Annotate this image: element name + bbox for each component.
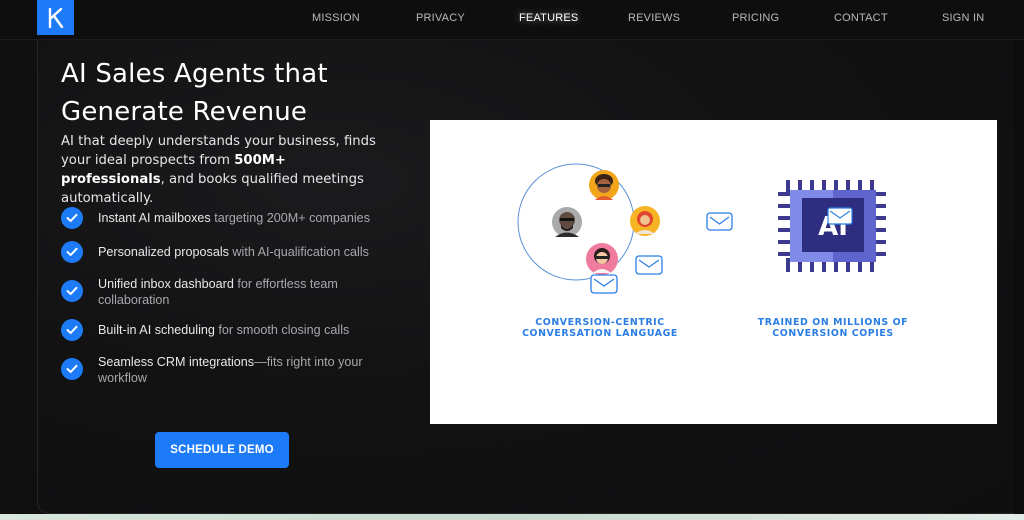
feature-rest: with AI-qualification calls bbox=[228, 245, 369, 259]
top-nav: MISSION PRIVACY FEATURES REVIEWS PRICING… bbox=[0, 0, 1024, 40]
check-icon bbox=[61, 280, 83, 302]
feature-text: Built-in AI scheduling for smooth closin… bbox=[98, 319, 349, 338]
k-logo-icon bbox=[48, 7, 63, 28]
feature-illustration: AI CONVERSION-CENTRIC CONVERSATION LANGU… bbox=[430, 120, 997, 424]
feature-highlight: Built-in AI scheduling bbox=[98, 323, 215, 337]
nav-reviews[interactable]: REVIEWS bbox=[628, 12, 680, 24]
nav-features[interactable]: FEATURES bbox=[519, 12, 578, 24]
nav-mission[interactable]: MISSION bbox=[312, 12, 360, 24]
hero-title-line-2: Generate Revenue bbox=[61, 97, 308, 127]
feature-rest: for smooth closing calls bbox=[214, 323, 350, 337]
feature-item: Personalized proposals with AI-qualifica… bbox=[61, 241, 381, 263]
feature-text: Seamless CRM integrations—fits right int… bbox=[98, 354, 368, 386]
ai-chip-icon: AI bbox=[778, 180, 886, 272]
left-caption: CONVERSION-CENTRIC CONVERSATION LANGUAGE bbox=[490, 317, 710, 339]
nav-privacy[interactable]: PRIVACY bbox=[416, 12, 465, 24]
hero-subtitle: AI that deeply understands your business… bbox=[61, 132, 391, 208]
avatar-icon bbox=[586, 243, 618, 275]
feature-item: Unified inbox dashboard for effortless t… bbox=[61, 277, 381, 308]
brand-logo[interactable] bbox=[37, 0, 74, 35]
mail-icon bbox=[635, 255, 663, 275]
nav-sign-in[interactable]: SIGN IN bbox=[942, 12, 984, 24]
mail-icon bbox=[590, 274, 618, 294]
avatar-icon bbox=[630, 206, 660, 236]
schedule-demo-button[interactable]: SCHEDULE DEMO bbox=[155, 432, 289, 468]
right-caption-line-2: CONVERSION COPIES bbox=[772, 328, 894, 339]
hero-subtitle-part-1: AI that deeply understands your business… bbox=[61, 134, 376, 168]
left-caption-line-2: CONVERSATION LANGUAGE bbox=[522, 328, 678, 339]
hero-title-line-1: AI Sales Agents that bbox=[61, 59, 328, 89]
feature-text: Personalized proposals with AI-qualifica… bbox=[98, 241, 369, 260]
bottom-strip bbox=[0, 514, 1024, 520]
page-scrollbar[interactable] bbox=[1014, 40, 1024, 520]
hero-title: AI Sales Agents that Generate Revenue bbox=[61, 55, 421, 131]
feature-highlight: Instant AI mailboxes bbox=[98, 211, 211, 225]
feature-item: Built-in AI scheduling for smooth closin… bbox=[61, 319, 381, 341]
feature-rest: targeting 200M+ companies bbox=[210, 211, 370, 225]
feature-highlight: Unified inbox dashboard bbox=[98, 277, 234, 291]
check-icon bbox=[61, 241, 83, 263]
nav-contact[interactable]: CONTACT bbox=[834, 12, 888, 24]
nav-pricing[interactable]: PRICING bbox=[732, 12, 779, 24]
check-icon bbox=[61, 207, 83, 229]
feature-text: Instant AI mailboxes targeting 200M+ com… bbox=[98, 207, 370, 226]
avatar-icon bbox=[589, 170, 619, 200]
left-caption-line-1: CONVERSION-CENTRIC bbox=[535, 317, 665, 328]
illustration-graphic: AI bbox=[517, 163, 886, 294]
right-caption-line-1: TRAINED ON MILLIONS OF bbox=[757, 317, 909, 328]
check-icon bbox=[61, 319, 83, 341]
feature-highlight: Seamless CRM integrations bbox=[98, 355, 255, 369]
feature-highlight: Personalized proposals bbox=[98, 245, 229, 259]
right-caption: TRAINED ON MILLIONS OF CONVERSION COPIES bbox=[728, 317, 938, 339]
check-icon bbox=[61, 358, 83, 380]
mail-icon bbox=[706, 212, 733, 231]
feature-item: Instant AI mailboxes targeting 200M+ com… bbox=[61, 207, 381, 229]
avatar-icon bbox=[552, 207, 582, 237]
feature-item: Seamless CRM integrations—fits right int… bbox=[61, 355, 381, 386]
feature-text: Unified inbox dashboard for effortless t… bbox=[98, 276, 381, 308]
